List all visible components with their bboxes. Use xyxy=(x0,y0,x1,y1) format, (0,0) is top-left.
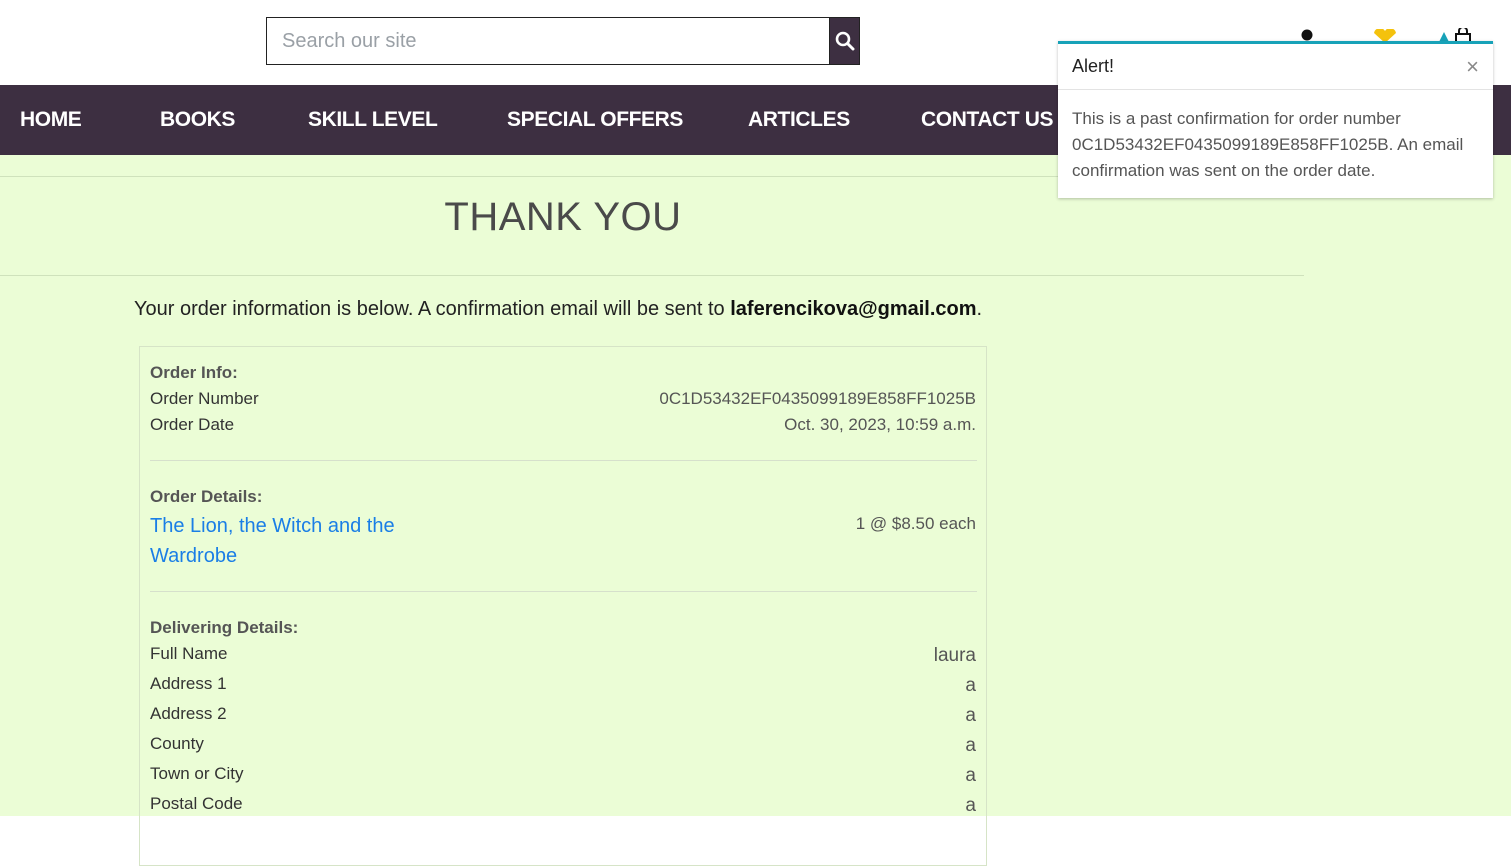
postal-code-value: a xyxy=(965,795,976,816)
search-form xyxy=(266,17,860,65)
intro-end: . xyxy=(976,298,983,320)
delivering-details-heading: Delivering Details: xyxy=(150,618,299,637)
search-button[interactable] xyxy=(829,17,860,65)
close-icon[interactable]: × xyxy=(1466,55,1479,78)
alert-title: Alert! xyxy=(1072,56,1115,76)
customer-email: laferencikova@gmail.com xyxy=(730,298,977,320)
order-info-heading: Order Info: xyxy=(150,363,238,382)
book-title-link[interactable]: The Lion, the Witch and the Wardrobe xyxy=(150,511,410,571)
book-quantity-price: 1 @ $8.50 each xyxy=(855,514,976,533)
order-number-label: Order Number xyxy=(150,389,259,408)
section-divider xyxy=(150,591,977,592)
nav-item-skill-level[interactable]: SKILL LEVEL xyxy=(308,85,438,155)
address2-label: Address 2 xyxy=(150,704,227,723)
address1-label: Address 1 xyxy=(150,674,227,693)
intro-text: Your order information is below. A confi… xyxy=(134,298,725,320)
nav-item-contact-us[interactable]: CONTACT US xyxy=(921,85,1054,155)
alert-message: This is a past confirmation for order nu… xyxy=(1072,109,1464,180)
alert-header: Alert! × xyxy=(1058,44,1493,90)
nav-item-articles[interactable]: ARTICLES xyxy=(748,85,850,155)
address2-value: a xyxy=(965,705,976,726)
alert-toast: Alert! × This is a past confirmation for… xyxy=(1058,41,1493,198)
full-name-value: laura xyxy=(933,645,976,666)
town-label: Town or City xyxy=(150,764,244,783)
main-content: THANK YOU Your order information is belo… xyxy=(0,155,1511,866)
nav-item-special-offers[interactable]: SPECIAL OFFERS xyxy=(507,85,683,155)
page-title: THANK YOU xyxy=(444,195,682,239)
address1-value: a xyxy=(965,675,976,696)
full-name-label: Full Name xyxy=(150,644,228,663)
divider xyxy=(0,275,1304,276)
order-number-value: 0C1D53432EF0435099189E858FF1025B xyxy=(659,389,976,408)
search-input[interactable] xyxy=(266,17,830,65)
order-date-label: Order Date xyxy=(150,415,235,434)
town-value: a xyxy=(965,765,976,786)
county-value: a xyxy=(965,735,976,756)
order-summary-card: Order Info: Order Number 0C1D53432EF0435… xyxy=(139,346,987,866)
search-icon xyxy=(835,31,855,51)
postal-code-label: Postal Code xyxy=(150,794,243,813)
order-details-heading: Order Details: xyxy=(150,487,263,506)
order-date-value: Oct. 30, 2023, 10:59 a.m. xyxy=(784,415,976,434)
nav-item-books[interactable]: BOOKS xyxy=(160,85,235,155)
confirmation-intro: Your order information is below. A confi… xyxy=(134,298,982,321)
nav-item-home[interactable]: HOME xyxy=(20,85,82,155)
county-label: County xyxy=(150,734,204,753)
section-divider xyxy=(150,460,977,461)
